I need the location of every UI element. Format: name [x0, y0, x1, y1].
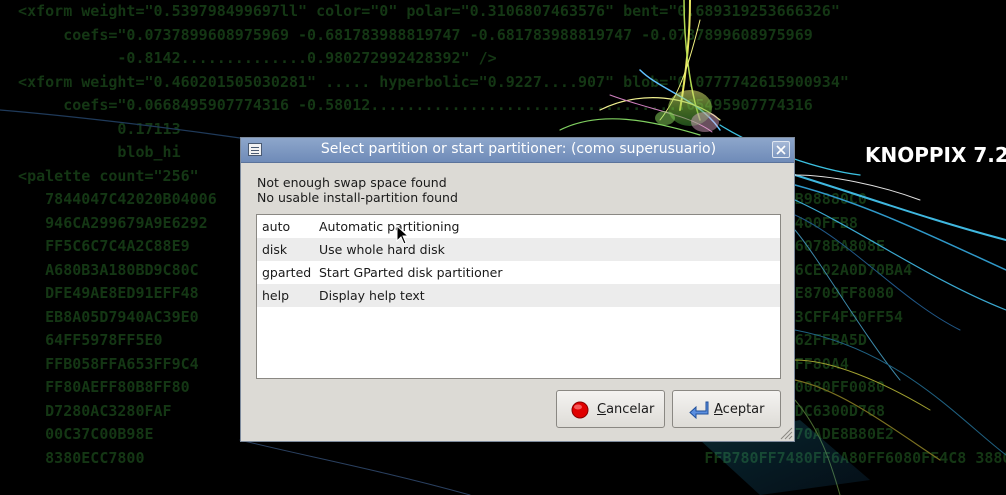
list-item[interactable]: disk Use whole hard disk: [257, 238, 780, 261]
option-description: Use whole hard disk: [319, 242, 445, 257]
resize-grip-icon[interactable]: [779, 426, 793, 440]
message-no-swap: Not enough swap space found: [257, 175, 447, 190]
cancel-label: Cancelar: [597, 402, 655, 417]
mouse-cursor-icon: [396, 225, 410, 245]
list-item[interactable]: auto Automatic partitioning: [257, 215, 780, 238]
accept-label: Aceptar: [714, 402, 765, 417]
option-tag: help: [262, 288, 290, 303]
option-tag: disk: [262, 242, 288, 257]
partition-options-list: auto Automatic partitioning disk Use who…: [256, 214, 781, 379]
close-icon: [776, 145, 786, 155]
option-tag: gparted: [262, 265, 312, 280]
stop-icon: [571, 401, 589, 419]
dialog-title: Select partition or start partitioner: (…: [320, 141, 717, 157]
option-description: Automatic partitioning: [319, 219, 460, 234]
cancel-button[interactable]: Cancelar: [556, 390, 665, 428]
return-arrow-icon: [689, 401, 709, 419]
option-tag: auto: [262, 219, 291, 234]
list-item[interactable]: gparted Start GParted disk partitioner: [257, 261, 780, 284]
select-partition-dialog: Select partition or start partitioner: (…: [240, 137, 795, 442]
list-item[interactable]: help Display help text: [257, 284, 780, 307]
close-button[interactable]: [772, 141, 790, 158]
dialog-titlebar[interactable]: Select partition or start partitioner: (…: [241, 138, 794, 163]
accept-button[interactable]: Aceptar: [672, 390, 781, 428]
option-description: Display help text: [319, 288, 425, 303]
knoppix-brand-label: KNOPPIX 7.2: [865, 143, 1006, 167]
window-menu-icon[interactable]: [248, 143, 262, 156]
option-description: Start GParted disk partitioner: [319, 265, 503, 280]
message-no-partition: No usable install-partition found: [257, 190, 458, 205]
